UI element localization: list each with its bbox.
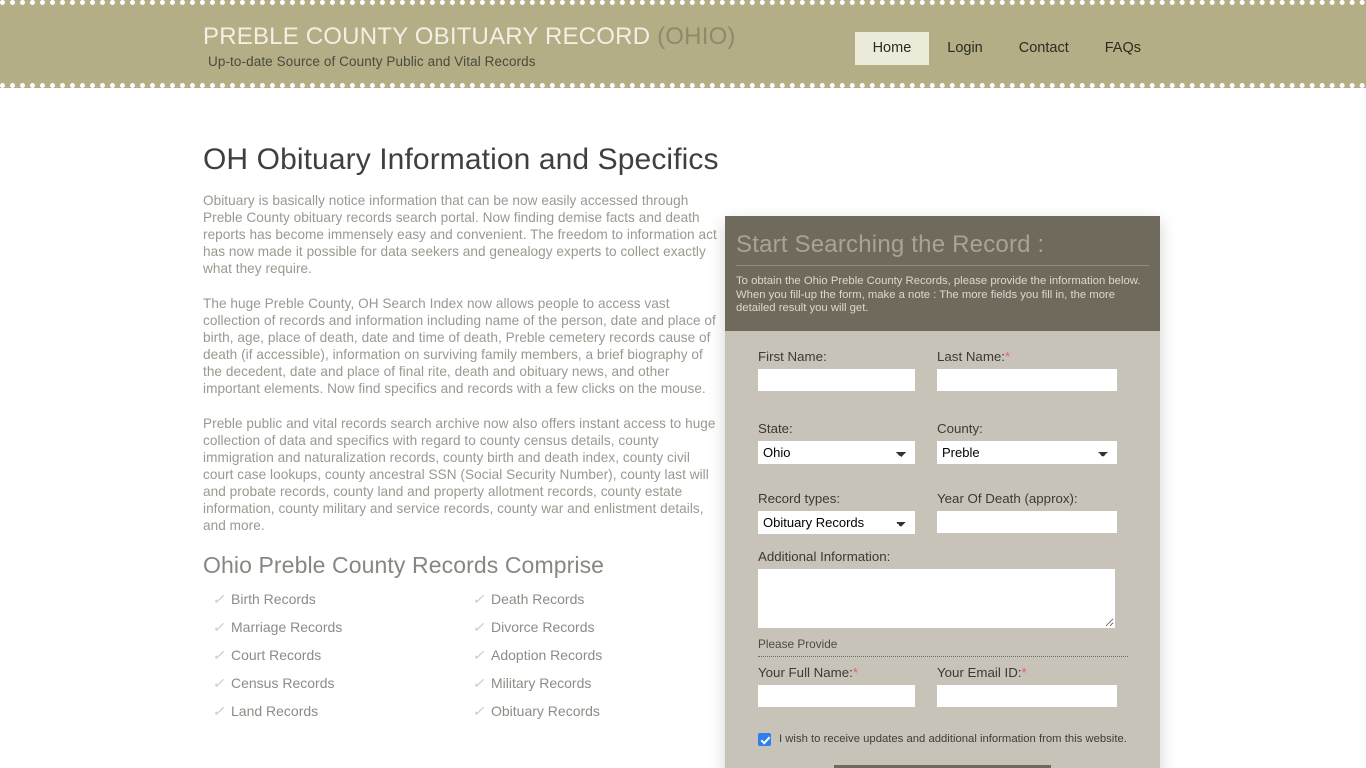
check-icon: ✓ [211,674,228,691]
list-item: ✓ Divorce Records [471,618,733,635]
list-item: ✓ Obituary Records [471,702,733,719]
list-item-label: Adoption Records [491,646,603,663]
first-name-field-group: First Name: [758,349,915,391]
email-label-text: Your Email ID: [937,665,1022,680]
list-item: ✓ Census Records [211,674,473,691]
county-select[interactable]: Preble [937,441,1117,464]
contact-row: Your Full Name:* Your Email ID:* [758,665,1137,707]
please-provide-note: Please Provide [758,637,1128,657]
year-of-death-field-group: Year Of Death (approx): [937,491,1117,534]
nav-item-home[interactable]: Home [854,32,930,65]
full-name-field-group: Your Full Name:* [758,665,915,707]
check-icon: ✓ [471,674,488,691]
check-icon: ✓ [471,646,488,663]
record-types-field-group: Record types: Obituary Records [758,491,915,534]
list-item: ✓ Adoption Records [471,646,733,663]
additional-info-textarea[interactable] [758,569,1115,628]
header-inner: PREBLE COUNTY OBITUARY RECORD (OHIO) Up-… [0,5,1366,83]
check-icon: ✓ [471,702,488,719]
last-name-label: Last Name:* [937,349,1117,364]
nav-item-faqs[interactable]: FAQs [1087,32,1159,65]
site-title-region: (OHIO) [657,23,736,50]
list-item: ✓ Land Records [211,702,473,719]
intro-paragraph-2: The huge Preble County, OH Search Index … [203,295,716,396]
full-name-input[interactable] [758,685,915,707]
last-name-field-group: Last Name:* [937,349,1117,391]
site-tagline: Up-to-date Source of County Public and V… [208,54,536,69]
first-name-input[interactable] [758,369,915,391]
brand: PREBLE COUNTY OBITUARY RECORD (OHIO) Up-… [203,23,736,69]
search-form-panel: Start Searching the Record : To obtain t… [725,216,1160,768]
nav-item-contact[interactable]: Contact [1001,32,1087,65]
year-of-death-input[interactable] [937,511,1117,533]
page-title: OH Obituary Information and Specifics [203,143,719,176]
list-item-label: Marriage Records [231,618,343,635]
records-list: ✓ Birth Records ✓ Death Records ✓ Marriage … [211,590,719,719]
check-icon: ✓ [211,618,228,635]
consent-label: I wish to receive updates and additional… [779,733,1127,745]
full-name-label-text: Your Full Name: [758,665,853,680]
list-item: ✓ Military Records [471,674,733,691]
state-select[interactable]: Ohio [758,441,915,464]
record-types-select[interactable]: Obituary Records [758,511,915,534]
list-item-label: Court Records [231,646,322,663]
list-item-label: Obituary Records [491,702,600,719]
content-column: OH Obituary Information and Specifics Ob… [203,144,719,719]
location-row: State: Ohio County: Preble [758,421,1137,464]
intro-paragraph-3: Preble public and vital records search a… [203,415,716,533]
check-icon: ✓ [211,646,228,663]
site-title-main: PREBLE COUNTY OBITUARY RECORD [203,23,658,50]
state-label: State: [758,421,793,436]
intro-paragraph-1: Obituary is basically notice information… [203,192,717,276]
email-field-group: Your Email ID:* [937,665,1117,707]
check-icon: ✓ [471,618,488,635]
consent-checkbox[interactable] [758,733,771,746]
county-label: County: [937,421,983,436]
list-item: ✓ Court Records [211,646,473,663]
email-label: Your Email ID:* [937,665,1117,680]
check-icon: ✓ [211,590,228,607]
search-panel-header: Start Searching the Record : To obtain t… [725,216,1160,331]
site-header: PREBLE COUNTY OBITUARY RECORD (OHIO) Up-… [0,0,1366,88]
required-asterisk: * [1005,349,1011,364]
year-of-death-label: Year Of Death (approx): [937,491,1078,506]
county-field-group: County: Preble [937,421,1117,464]
search-panel-title: Start Searching the Record : [736,232,1149,266]
last-name-input[interactable] [937,369,1117,391]
first-name-label: First Name: [758,349,827,364]
search-panel-subtitle: To obtain the Ohio Preble County Records… [736,275,1141,314]
full-name-label: Your Full Name:* [758,665,915,680]
record-type-row: Record types: Obituary Records Year Of D… [758,491,1137,534]
check-icon: ✓ [471,590,488,607]
required-asterisk: * [852,665,859,680]
list-item-label: Census Records [231,674,335,691]
search-panel-body: First Name: Last Name:* State: Ohio Coun… [725,331,1160,768]
list-item: ✓ Death Records [471,590,733,607]
consent-row: I wish to receive updates and additional… [758,733,1137,746]
list-item: ✓ Birth Records [211,590,473,607]
page-body: OH Obituary Information and Specifics Ob… [0,88,1366,768]
list-item-label: Divorce Records [491,618,595,635]
list-item-label: Birth Records [231,590,316,607]
additional-info-label: Additional Information: [758,549,891,564]
state-field-group: State: Ohio [758,421,915,464]
site-title: PREBLE COUNTY OBITUARY RECORD (OHIO) [203,23,736,51]
records-section-heading: Ohio Preble County Records Comprise [203,551,605,578]
record-types-label: Record types: [758,491,841,506]
email-input[interactable] [937,685,1117,707]
required-asterisk: * [1021,665,1027,680]
list-item: ✓ Marriage Records [211,618,473,635]
list-item-label: Military Records [491,674,592,691]
main-nav: Home Login Contact FAQs [854,32,1159,65]
nav-item-login[interactable]: Login [929,32,1000,65]
additional-info-field-group: Additional Information: [758,549,1137,633]
list-item-label: Death Records [491,590,585,607]
last-name-label-text: Last Name: [937,349,1005,364]
list-item-label: Land Records [231,702,319,719]
name-row: First Name: Last Name:* [758,349,1137,391]
check-icon: ✓ [211,702,228,719]
